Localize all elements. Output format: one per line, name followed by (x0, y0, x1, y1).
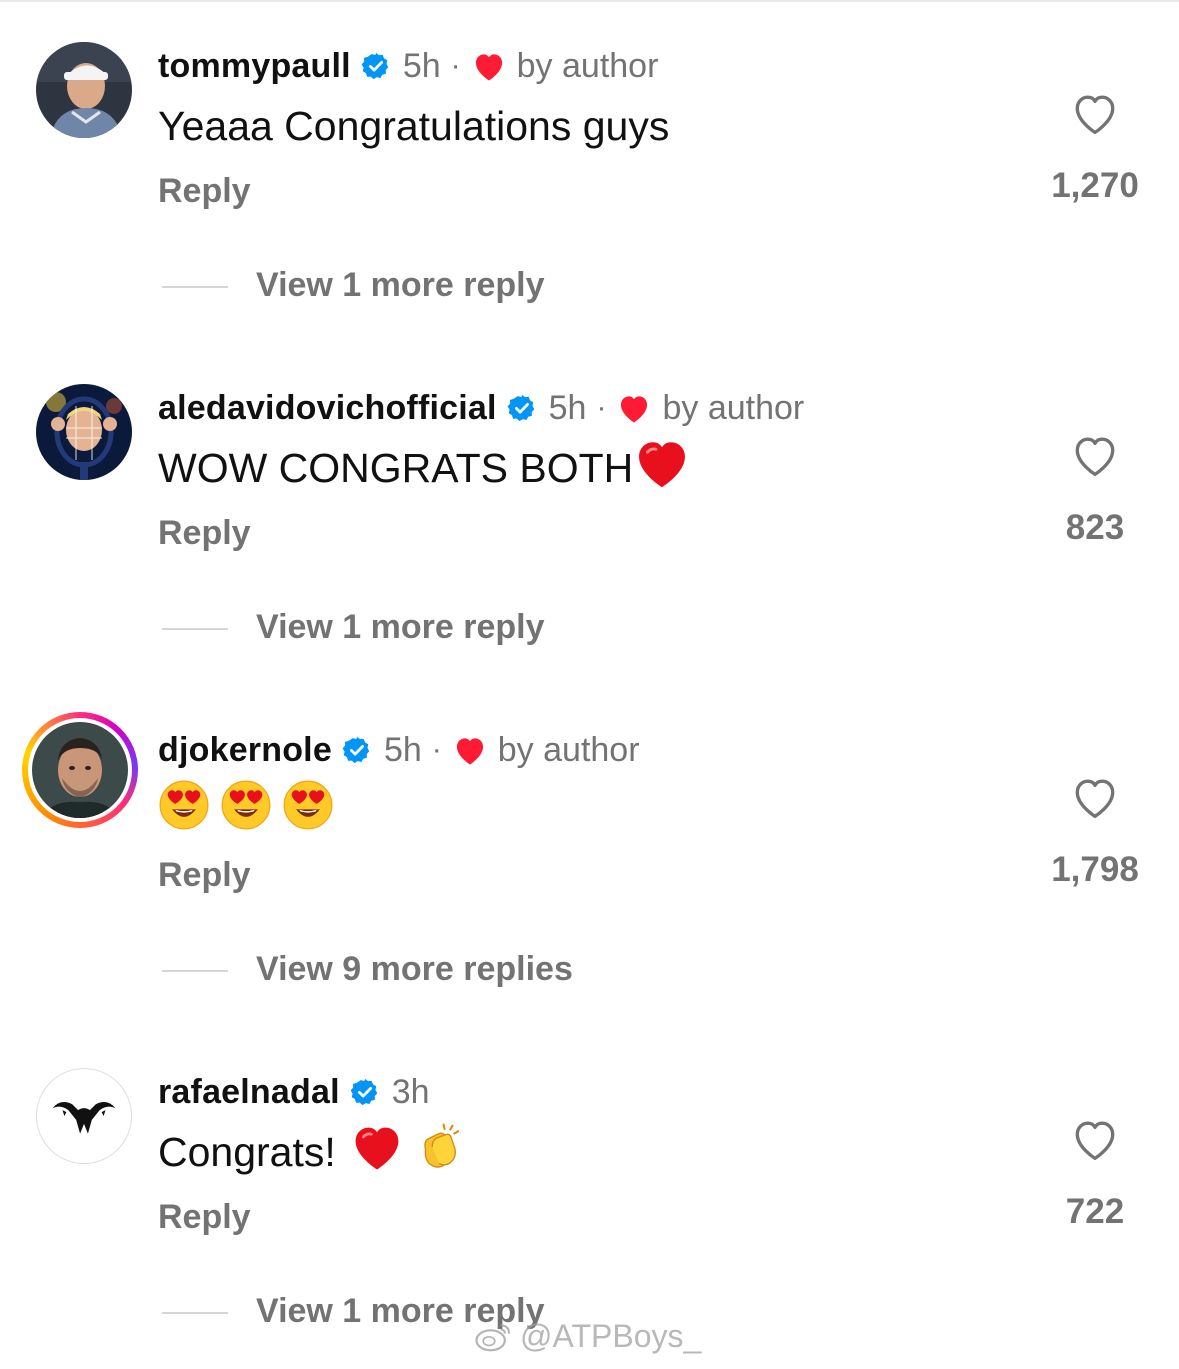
comment-item: djokernole 5h · by author Reply 1,798 Vi… (0, 684, 1179, 1026)
heart-filled-icon (616, 392, 652, 424)
heart-filled-icon (452, 734, 488, 766)
verified-badge-icon (361, 51, 391, 81)
comment-text-content: Congrats! (158, 1128, 336, 1175)
separator: · (596, 391, 607, 424)
heart-outline-icon[interactable] (1070, 432, 1120, 478)
red-heart-emoji-icon (633, 436, 691, 500)
comment-text: WOW CONGRATS BOTH (158, 440, 691, 496)
view-more-replies-button[interactable]: View 1 more reply (256, 608, 545, 647)
liked-by-author-label: by author (516, 46, 659, 85)
avatar[interactable] (36, 384, 132, 480)
verified-badge-icon (342, 735, 372, 765)
heart-filled-icon (471, 50, 507, 82)
like-count: 1,270 (1051, 166, 1139, 205)
like-count: 823 (1065, 508, 1125, 547)
heart-outline-icon[interactable] (1070, 774, 1120, 820)
like-count: 1,798 (1051, 850, 1139, 889)
heart-eyes-emoji-icon (220, 779, 272, 841)
comment-text (158, 779, 334, 841)
divider (162, 970, 228, 972)
comment-item: aledavidovichofficial 5h · by author WOW… (0, 342, 1179, 684)
story-ring (28, 718, 132, 822)
comment-item: rafaelnadal 3h Congrats! Reply 722 View … (0, 1026, 1179, 1368)
username[interactable]: tommypaull (158, 47, 351, 86)
avatar[interactable] (22, 712, 138, 828)
separator: · (431, 733, 442, 766)
reply-button[interactable]: Reply (158, 856, 251, 895)
weibo-logo-icon (474, 1320, 514, 1354)
view-more-replies-button[interactable]: View 9 more replies (256, 950, 573, 989)
comment-text: Congrats! (158, 1122, 466, 1182)
timestamp: 5h (548, 388, 587, 427)
view-more-replies-button[interactable]: View 1 more reply (256, 266, 545, 305)
reply-button[interactable]: Reply (158, 1198, 251, 1237)
reply-button[interactable]: Reply (158, 514, 251, 553)
timestamp: 5h (383, 730, 422, 769)
timestamp: 5h (402, 46, 441, 85)
heart-eyes-emoji-icon (282, 779, 334, 841)
comment-item: tommypaull 5h · by author Yeaaa Congratu… (0, 0, 1179, 342)
comment-text: Yeaaa Congratulations guys (158, 98, 669, 154)
divider (162, 1312, 228, 1314)
avatar[interactable] (36, 42, 132, 138)
username[interactable]: rafaelnadal (158, 1073, 340, 1112)
reply-button[interactable]: Reply (158, 172, 251, 211)
comment-text-content: WOW CONGRATS BOTH (158, 444, 634, 491)
verified-badge-icon (350, 1077, 380, 1107)
username[interactable]: aledavidovichofficial (158, 389, 497, 428)
divider (162, 286, 228, 288)
verified-badge-icon (507, 393, 537, 423)
liked-by-author-label: by author (497, 730, 640, 769)
liked-by-author-label: by author (662, 388, 805, 427)
comment-text-content: Yeaaa Congratulations guys (158, 102, 670, 149)
heart-outline-icon[interactable] (1070, 90, 1120, 136)
timestamp: 3h (391, 1072, 430, 1111)
divider (162, 628, 228, 630)
heart-outline-icon[interactable] (1070, 1116, 1120, 1162)
clapping-hands-emoji-icon (412, 1120, 466, 1184)
watermark: @ATPBoys_ (474, 1318, 701, 1355)
watermark-text: @ATPBoys_ (520, 1318, 702, 1354)
like-count: 722 (1065, 1192, 1125, 1231)
avatar[interactable] (36, 1068, 132, 1164)
separator: · (450, 49, 461, 82)
heart-eyes-emoji-icon (158, 779, 210, 841)
avatar-photo (32, 722, 128, 818)
red-heart-emoji-icon (350, 1122, 404, 1182)
username[interactable]: djokernole (158, 731, 332, 770)
